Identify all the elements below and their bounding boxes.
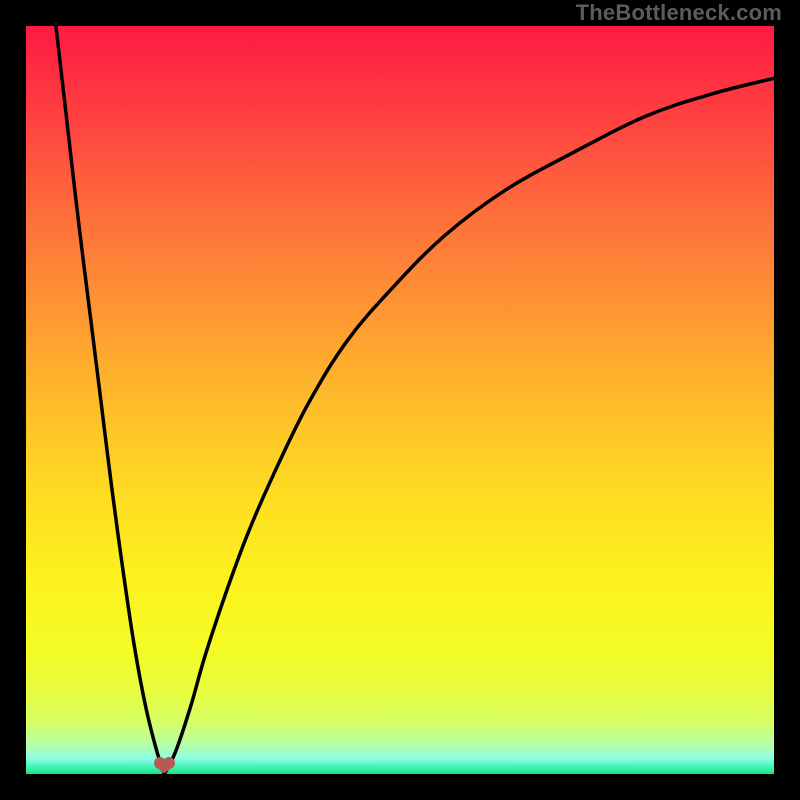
watermark-text: TheBottleneck.com — [576, 0, 782, 26]
plot-area — [26, 26, 774, 774]
right-branch-line — [164, 78, 774, 774]
curve-layer — [26, 26, 774, 774]
left-branch-line — [56, 26, 164, 774]
chart-frame: TheBottleneck.com — [0, 0, 800, 800]
